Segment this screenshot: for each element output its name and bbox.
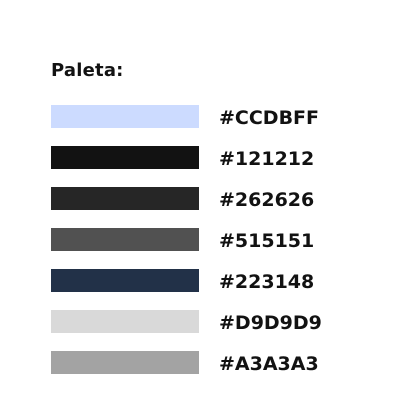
color-hex-label: #D9D9D9: [219, 312, 322, 334]
color-hex-label: #223148: [219, 271, 315, 293]
color-swatch: [51, 187, 199, 210]
color-row: #A3A3A3: [51, 351, 381, 375]
color-row: #262626: [51, 187, 381, 211]
color-hex-label: #515151: [219, 230, 315, 252]
color-swatch: [51, 310, 199, 333]
color-row: #121212: [51, 146, 381, 170]
color-swatch: [51, 269, 199, 292]
color-hex-label: #121212: [219, 148, 315, 170]
color-swatch: [51, 146, 199, 169]
color-row: #515151: [51, 228, 381, 252]
color-swatch: [51, 351, 199, 374]
color-swatch: [51, 228, 199, 251]
color-swatch: [51, 105, 199, 128]
color-row: #D9D9D9: [51, 310, 381, 334]
color-palette: #CCDBFF #121212 #262626 #515151 #223148 …: [51, 105, 381, 392]
palette-title: Paleta:: [51, 60, 124, 81]
color-row: #223148: [51, 269, 381, 293]
color-row: #CCDBFF: [51, 105, 381, 129]
color-hex-label: #A3A3A3: [219, 353, 319, 375]
color-hex-label: #CCDBFF: [219, 107, 320, 129]
color-hex-label: #262626: [219, 189, 315, 211]
